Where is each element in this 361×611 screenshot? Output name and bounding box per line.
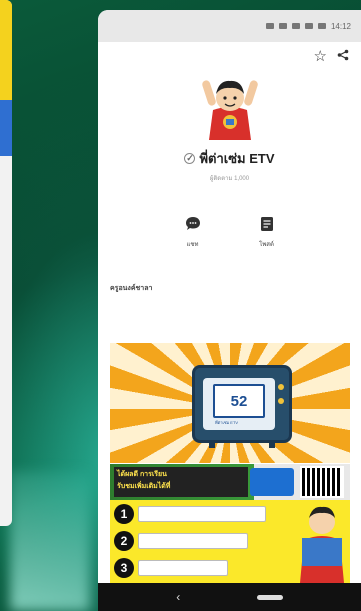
previous-app-card[interactable] bbox=[0, 0, 12, 526]
step-text-bar bbox=[138, 533, 248, 549]
profile-followers: ผู้ติดตาม 1,000 bbox=[209, 176, 250, 182]
tv-caption: พี่ต่าเซ่ม ETV bbox=[215, 420, 239, 425]
banner-strip-line-2: รับชมเพิ่มเติมได้ที่ bbox=[117, 483, 171, 490]
tv-screen: 52 พี่ต่าเซ่ม ETV bbox=[203, 378, 275, 430]
share-icon-svg bbox=[337, 49, 349, 60]
tv-leg bbox=[209, 440, 215, 448]
chat-bubble-svg bbox=[185, 217, 200, 230]
profile-name: พี่ต่าเซ่ม ETV bbox=[199, 151, 275, 166]
posts-label: โพสต์ bbox=[259, 242, 274, 248]
section-title: ครูอนงค์ชาลา bbox=[110, 285, 153, 292]
status-time: 14:12 bbox=[330, 21, 351, 31]
banner-steps: 1 2 3 bbox=[110, 500, 350, 583]
book-icon: 52 bbox=[213, 384, 265, 418]
notification-icon bbox=[265, 23, 274, 29]
notification-icon bbox=[278, 23, 287, 29]
navigation-bar: ‹ bbox=[98, 583, 361, 611]
wifi-icon bbox=[304, 23, 313, 29]
tv-illustration: 52 พี่ต่าเซ่ม ETV bbox=[192, 365, 292, 448]
back-icon[interactable]: ‹ bbox=[176, 590, 180, 604]
banner-strip-text: ได้ผลดี การเรียน รับชมเพิ่มเติมได้ที่ bbox=[114, 467, 248, 497]
step-text-bar bbox=[138, 560, 228, 576]
star-icon[interactable]: ☆ bbox=[314, 49, 327, 64]
tv-knob bbox=[278, 398, 284, 404]
light-streak bbox=[10, 471, 90, 611]
promo-banner[interactable]: 52 พี่ต่าเซ่ม ETV ได้ผลดี การเรียน รับชม… bbox=[110, 343, 350, 583]
home-pill[interactable] bbox=[256, 594, 283, 600]
mascot-illustration bbox=[300, 506, 344, 583]
tv-leg bbox=[269, 440, 275, 448]
step-item: 1 bbox=[114, 504, 266, 524]
step-number: 2 bbox=[114, 531, 134, 551]
chat-bubble-icon bbox=[184, 215, 202, 233]
step-number: 3 bbox=[114, 558, 134, 578]
posts-button[interactable]: โพสต์ bbox=[258, 215, 276, 249]
step-number: 1 bbox=[114, 504, 134, 524]
document-svg bbox=[260, 217, 273, 231]
tv-number: 52 bbox=[230, 392, 248, 410]
profile-avatar bbox=[201, 80, 258, 140]
tv-knob bbox=[278, 384, 284, 390]
chat-button[interactable]: แชท bbox=[184, 215, 202, 249]
step-item: 2 bbox=[114, 531, 248, 551]
banner-info-strip: ได้ผลดี การเรียน รับชมเพิ่มเติมได้ที่ bbox=[110, 464, 350, 500]
profile-toolbar: ☆ bbox=[98, 42, 361, 70]
banner-strip-line-1: ได้ผลดี การเรียน bbox=[117, 471, 167, 478]
document-icon bbox=[258, 215, 276, 233]
chat-label: แชท bbox=[186, 242, 199, 248]
recent-app-card[interactable]: 14:12 ☆ ✓ พี่ต่าเซ่ม ETV ผู้ติดตาม 1,000… bbox=[98, 10, 361, 611]
share-icon[interactable] bbox=[337, 49, 349, 64]
step-text-bar bbox=[138, 506, 266, 522]
status-bar: 14:12 bbox=[98, 10, 361, 42]
step-item: 3 bbox=[114, 558, 228, 578]
profile-name-row: ✓ พี่ต่าเซ่ม ETV bbox=[98, 148, 361, 169]
previous-app-header bbox=[0, 0, 12, 100]
qr-code-icon bbox=[300, 466, 344, 498]
notification-icon bbox=[291, 23, 300, 29]
profile-actions: แชท โพสต์ bbox=[98, 215, 361, 249]
previous-app-banner bbox=[0, 100, 12, 156]
verified-shield-icon: ✓ bbox=[184, 153, 196, 164]
etv-logo bbox=[250, 468, 294, 496]
signal-icon bbox=[317, 23, 326, 29]
